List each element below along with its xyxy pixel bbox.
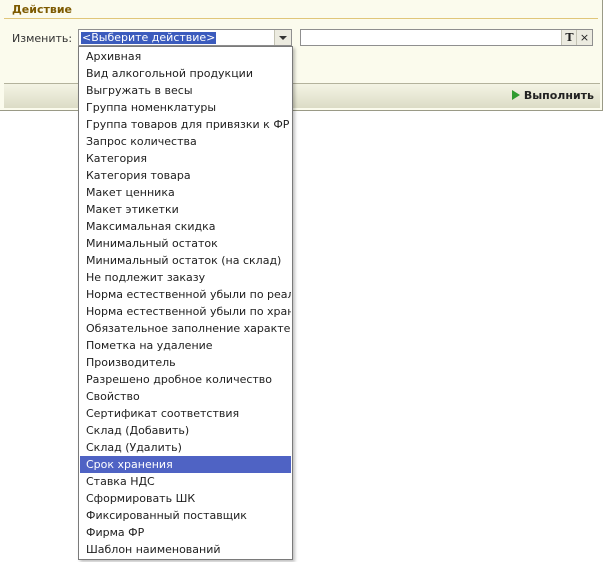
action-select[interactable]: <Выберите действие> bbox=[78, 29, 292, 46]
dropdown-item[interactable]: Производитель bbox=[80, 354, 291, 371]
dropdown-item[interactable]: Максимальная скидка bbox=[80, 218, 291, 235]
dropdown-item[interactable]: Обязательное заполнение характерис... bbox=[80, 320, 291, 337]
dropdown-item[interactable]: Группа номенклатуры bbox=[80, 99, 291, 116]
dropdown-item[interactable]: Норма естественной убыли по хранен... bbox=[80, 303, 291, 320]
dropdown-item[interactable]: Категория товара bbox=[80, 167, 291, 184]
dropdown-item[interactable]: Склад (Удалить) bbox=[80, 439, 291, 456]
dropdown-item[interactable]: Макет ценника bbox=[80, 184, 291, 201]
dropdown-item[interactable]: Не подлежит заказу bbox=[80, 269, 291, 286]
dropdown-item[interactable]: Минимальный остаток bbox=[80, 235, 291, 252]
action-dropdown-list[interactable]: Архивная Вид алкогольной продукции Выгружа… bbox=[78, 46, 293, 560]
change-label: Изменить: bbox=[12, 32, 73, 45]
section-divider bbox=[4, 18, 598, 19]
dropdown-item[interactable]: Пометка на удаление bbox=[80, 337, 291, 354]
dropdown-item[interactable]: Архивная bbox=[80, 48, 291, 65]
dropdown-item[interactable]: Категория bbox=[80, 150, 291, 167]
dropdown-item[interactable]: Минимальный остаток (на склад) bbox=[80, 252, 291, 269]
chevron-down-icon bbox=[279, 36, 287, 40]
action-select-value: <Выберите действие> bbox=[81, 31, 217, 44]
dropdown-item[interactable]: Склад (Добавить) bbox=[80, 422, 291, 439]
dropdown-item[interactable]: Макет этикетки bbox=[80, 201, 291, 218]
dropdown-item[interactable]: Вид алкогольной продукции bbox=[80, 65, 291, 82]
dropdown-item[interactable]: Свойство bbox=[80, 388, 291, 405]
dropdown-item[interactable]: Шаблон наименований bbox=[80, 541, 291, 558]
dropdown-item[interactable]: Сформировать ШК bbox=[80, 490, 291, 507]
dropdown-item[interactable]: Срок хранения bbox=[80, 456, 291, 473]
play-icon bbox=[511, 90, 520, 100]
value-input[interactable]: T × bbox=[300, 29, 593, 46]
dropdown-item[interactable]: Выгружать в весы bbox=[80, 82, 291, 99]
clear-button[interactable]: × bbox=[576, 30, 592, 45]
run-button[interactable]: Выполнить bbox=[511, 89, 594, 103]
dropdown-item[interactable]: Группа товаров для привязки к ФР bbox=[80, 116, 291, 133]
section-title: Действие bbox=[12, 3, 72, 16]
dropdown-item[interactable]: Запрос количества bbox=[80, 133, 291, 150]
dropdown-item[interactable]: Фиксированный поставщик bbox=[80, 507, 291, 524]
type-select-button[interactable]: T bbox=[561, 30, 577, 45]
dropdown-item[interactable]: Фирма ФР bbox=[80, 524, 291, 541]
dropdown-item[interactable]: Сертификат соответствия bbox=[80, 405, 291, 422]
dropdown-item[interactable]: Ставка НДС bbox=[80, 473, 291, 490]
run-button-label: Выполнить bbox=[523, 89, 594, 102]
dropdown-items: Архивная Вид алкогольной продукции Выгружа… bbox=[80, 48, 291, 558]
dropdown-item[interactable]: Разрешено дробное количество bbox=[80, 371, 291, 388]
dropdown-toggle-button[interactable] bbox=[274, 30, 291, 45]
dropdown-item[interactable]: Норма естественной убыли по реализ... bbox=[80, 286, 291, 303]
